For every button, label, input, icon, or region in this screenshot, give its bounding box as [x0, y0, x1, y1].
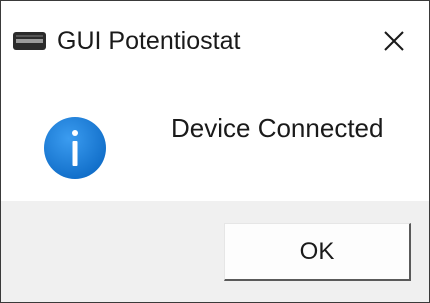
window-title: GUI Potentiostat: [57, 27, 241, 55]
ok-button[interactable]: OK: [224, 223, 411, 281]
close-icon: [384, 31, 404, 51]
message-dialog-window: GUI Potentiostat Device Connected OK: [0, 0, 430, 303]
close-button[interactable]: [359, 11, 429, 71]
app-window-icon: [13, 32, 46, 50]
info-icon: [44, 117, 106, 179]
dialog-message: Device Connected: [171, 113, 384, 143]
title-bar[interactable]: GUI Potentiostat: [1, 1, 429, 83]
